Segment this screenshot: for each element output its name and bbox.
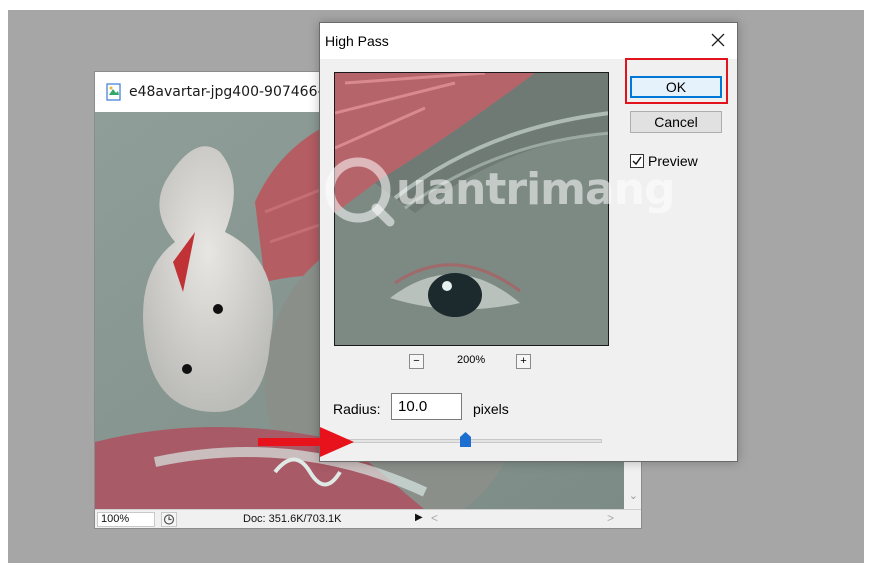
filter-preview[interactable] [334, 72, 609, 346]
radius-input[interactable] [391, 393, 462, 420]
preview-photo [335, 73, 608, 345]
dialog-titlebar[interactable]: High Pass [320, 23, 737, 59]
timer-icon [163, 514, 175, 525]
scroll-right-icon[interactable]: > [607, 511, 614, 525]
status-expand-arrow-icon[interactable]: ▶ [415, 512, 423, 523]
document-size-info: Doc: 351.6K/703.1K [243, 513, 342, 525]
scroll-down-icon[interactable]: ⌄ [629, 489, 638, 502]
radius-slider-thumb[interactable] [459, 432, 471, 447]
close-icon[interactable] [709, 31, 727, 49]
zoom-level-field[interactable]: 100% [97, 512, 155, 527]
radius-slider-track[interactable] [344, 439, 602, 443]
cancel-button[interactable]: Cancel [630, 111, 722, 133]
radius-unit-label: pixels [473, 401, 509, 417]
document-statusbar: 100% Doc: 351.6K/703.1K ▶ < > [95, 509, 641, 528]
dialog-title: High Pass [325, 33, 389, 49]
checkmark-icon [632, 156, 642, 166]
preview-checkbox[interactable] [630, 154, 644, 168]
radius-label: Radius: [333, 401, 381, 417]
preview-zoom-level: 200% [457, 354, 486, 366]
ok-button[interactable]: OK [630, 76, 722, 98]
scroll-left-icon[interactable]: < [431, 511, 438, 525]
preview-label: Preview [648, 153, 698, 169]
high-pass-dialog: High Pass − 200% + Radius: pixels OK Can… [319, 22, 738, 462]
status-menu-icon[interactable] [161, 512, 177, 527]
document-title: e48avartar-jpg400-907466- [129, 84, 323, 100]
red-arrow-annotation [258, 427, 354, 457]
photoshop-document-icon [106, 83, 121, 101]
zoom-in-button[interactable]: + [516, 354, 531, 369]
zoom-out-button[interactable]: − [409, 354, 424, 369]
